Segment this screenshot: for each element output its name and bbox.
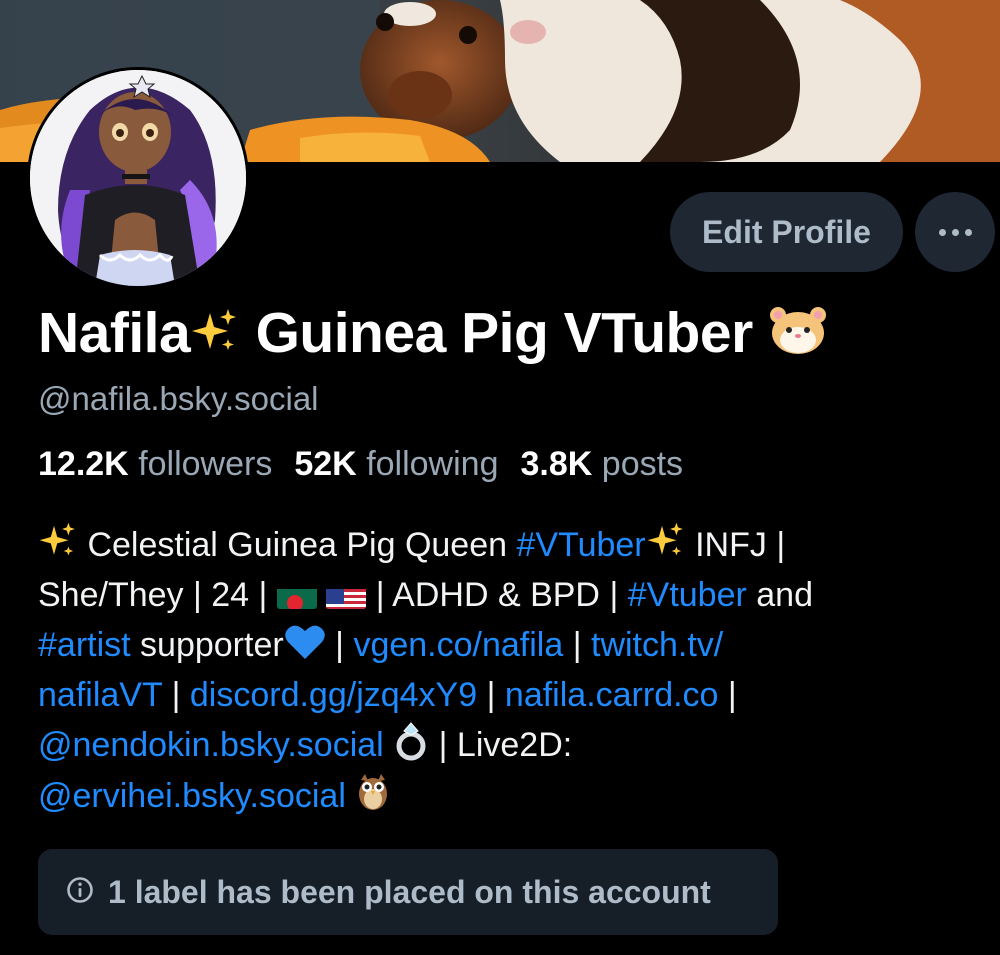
bio-line: Celestial Guinea Pig Queen #VTuber INFJ … — [38, 520, 988, 570]
bio-separator: | — [776, 526, 786, 564]
bio-text — [495, 676, 504, 714]
edit-profile-button[interactable]: Edit Profile — [670, 192, 903, 272]
following-label: following — [366, 445, 499, 483]
bio-text — [718, 676, 727, 714]
hashtag-link-artist[interactable]: #artist — [38, 626, 131, 664]
followers-count: 12.2K — [38, 445, 129, 483]
twitch-link[interactable]: twitch.tv/ — [591, 626, 723, 664]
bio-line: #artist supporter | vgen.co/nafila | twi… — [38, 620, 988, 670]
sparkles-icon — [190, 305, 240, 371]
bio-line: @ervihei.bsky.social — [38, 770, 988, 820]
profile-stats: 12.2K followers 52K following 3.8K posts — [38, 445, 683, 484]
account-labels-notice[interactable]: 1 label has been placed on this account — [38, 849, 778, 935]
sparkles-icon — [38, 521, 78, 575]
bio-separator: | — [375, 576, 385, 614]
avatar-image — [30, 70, 246, 286]
bio-separator: | — [335, 626, 344, 664]
bio-separator: | — [258, 576, 268, 614]
more-options-button[interactable] — [915, 192, 995, 272]
bio-text — [429, 726, 438, 764]
carrd-link[interactable]: nafila.carrd.co — [505, 676, 719, 714]
bio-line: She/They | 24 | | ADHD & BPD | #Vtuber a… — [38, 570, 988, 620]
following-stat[interactable]: 52K following — [294, 445, 498, 483]
vgen-link[interactable]: vgen.co/nafila — [353, 626, 563, 664]
mention-link-ervihei[interactable]: @ervihei.bsky.social — [38, 777, 346, 815]
bio-line: nafilaVT | discord.gg/jzq4xY9 | nafila.c… — [38, 670, 988, 720]
bio-text: and — [746, 576, 814, 614]
bio-text: ADHD & BPD — [384, 576, 610, 614]
bio-separator: | — [609, 576, 619, 614]
labels-notice-text: 1 label has been placed on this account — [108, 873, 711, 910]
discord-link[interactable]: discord.gg/jzq4xY9 — [190, 676, 477, 714]
ring-icon — [393, 721, 429, 775]
hashtag-link-vtuber[interactable]: #VTuber — [516, 526, 645, 564]
hamster-icon — [768, 303, 828, 371]
followers-stat[interactable]: 12.2K followers — [38, 445, 272, 483]
sparkles-icon — [646, 521, 686, 575]
mention-link-nendokin[interactable]: @nendokin.bsky.social — [38, 726, 384, 764]
bio-text: supporter — [130, 626, 284, 664]
bangladesh-flag-icon — [276, 581, 317, 609]
edit-profile-label: Edit Profile — [702, 213, 871, 250]
posts-count: 3.8K — [520, 445, 593, 483]
bio-text — [582, 626, 591, 664]
bio-text — [477, 676, 486, 714]
bio-separator: | — [572, 626, 582, 664]
bio-text: She/They — [38, 576, 193, 614]
bio-text — [384, 726, 393, 764]
posts-stat: 3.8K posts — [521, 445, 684, 483]
display-name-first: Nafila — [38, 301, 191, 365]
bio-line: @nendokin.bsky.social | Live2D: — [38, 720, 988, 770]
bio-separator: | — [727, 676, 737, 714]
ellipsis-icon — [938, 228, 972, 236]
display-name-rest: Guinea Pig VTuber — [240, 301, 754, 365]
profile-screen: Edit Profile Nafila Guinea Pig VTuber @n… — [0, 0, 1000, 955]
posts-label: posts — [601, 445, 684, 483]
us-flag-icon — [326, 581, 367, 609]
profile-bio: Celestial Guinea Pig Queen #VTuber INFJ … — [38, 520, 988, 820]
following-count: 52K — [294, 445, 357, 483]
display-name: Nafila Guinea Pig VTuber — [38, 300, 828, 371]
hashtag-link-vtuber-2[interactable]: #Vtuber — [628, 576, 747, 614]
owl-icon — [355, 770, 391, 826]
bio-text: INFJ — [685, 526, 777, 564]
bio-text — [346, 777, 355, 815]
bio-text — [366, 576, 375, 614]
blue-heart-icon — [284, 623, 326, 675]
avatar[interactable] — [27, 67, 249, 289]
info-icon — [66, 876, 94, 909]
followers-label: followers — [138, 445, 273, 483]
bio-text — [326, 626, 335, 664]
bio-text: 24 — [201, 576, 259, 614]
profile-handle: @nafila.bsky.social — [38, 380, 319, 417]
bio-text: Celestial Guinea Pig Queen — [78, 526, 517, 564]
bio-text — [180, 676, 189, 714]
bio-text — [162, 676, 171, 714]
bio-text: Live2D: — [447, 726, 573, 764]
bio-separator: | — [192, 576, 202, 614]
twitch-link-continued[interactable]: nafilaVT — [38, 676, 162, 714]
bio-text — [618, 576, 627, 614]
bio-text — [563, 626, 572, 664]
